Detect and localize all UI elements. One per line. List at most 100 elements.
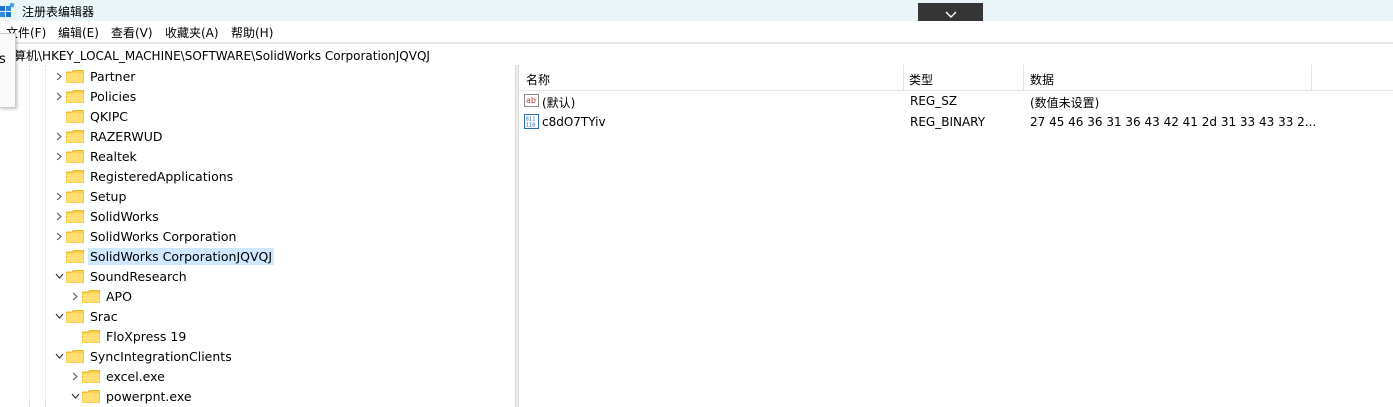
tree-item[interactable]: powerpnt.exe [68, 386, 194, 406]
tree-item-label: APO [106, 288, 132, 304]
tree-item-label: QKIPC [90, 108, 128, 124]
folder-icon [82, 289, 100, 303]
tree-item-label: SyncIntegrationClients [90, 348, 232, 364]
menu-help[interactable]: 帮助(H) [231, 24, 273, 41]
values-list[interactable]: 名称 类型 数据 ab (默认) REG_SZ (数值未设置) 011 110 … [519, 65, 1393, 407]
column-header-name[interactable]: 名称 [526, 71, 550, 88]
folder-icon [66, 309, 84, 323]
column-divider[interactable] [903, 65, 904, 90]
folder-icon [66, 269, 84, 283]
folder-icon [82, 369, 100, 383]
tree-item[interactable]: SolidWorks [52, 206, 161, 226]
folder-icon [66, 69, 84, 83]
folder-icon [66, 129, 84, 143]
binary-value-icon: 011 110 [524, 114, 539, 129]
column-header-data[interactable]: 数据 [1030, 71, 1054, 88]
title-bar: 注册表编辑器 [0, 0, 1393, 27]
chevron-right-icon[interactable] [52, 206, 66, 226]
tree-item[interactable]: SoundResearch [52, 266, 189, 286]
chevron-down-icon[interactable] [52, 266, 66, 286]
value-type: REG_BINARY [910, 115, 986, 129]
tree-item-label: RAZERWUD [90, 128, 163, 144]
folder-icon [66, 349, 84, 363]
registry-editor-icon [0, 3, 15, 17]
folder-icon [82, 389, 100, 403]
tree-item-label: Partner [90, 68, 136, 84]
chevron-down-icon[interactable] [52, 306, 66, 326]
tree-item-label: SolidWorks [90, 208, 159, 224]
folder-icon [66, 169, 84, 183]
tree-item[interactable]: SolidWorks Corporation [52, 226, 238, 246]
tree-item-label: Policies [90, 88, 137, 104]
tree-item[interactable]: Setup [52, 186, 128, 206]
tree-item[interactable]: Srac [52, 306, 120, 326]
chevron-right-icon[interactable] [52, 126, 66, 146]
tree-item-label: Realtek [90, 148, 137, 164]
tree-item[interactable]: APO [68, 286, 134, 306]
address-bar[interactable]: 算机\HKEY_LOCAL_MACHINE\SOFTWARE\SolidWork… [0, 43, 1393, 66]
tree-item[interactable]: RegisteredApplications [52, 166, 235, 186]
chevron-right-icon[interactable] [52, 186, 66, 206]
menu-view[interactable]: 查看(V) [111, 24, 153, 41]
tree-item-label: Setup [90, 188, 127, 204]
chevron-right-icon[interactable] [68, 286, 82, 306]
column-header-type[interactable]: 类型 [909, 71, 933, 88]
tree-item-label: SolidWorks Corporation [90, 228, 237, 244]
tree-item-label: SoundResearch [90, 268, 187, 284]
tree-item[interactable]: Realtek [52, 146, 139, 166]
tree-item[interactable]: excel.exe [68, 366, 167, 386]
folder-icon [66, 189, 84, 203]
popup-text: s [0, 52, 6, 67]
tree-item[interactable]: RAZERWUD [52, 126, 165, 146]
folder-icon [66, 89, 84, 103]
chevron-down-icon[interactable] [52, 346, 66, 366]
svg-text:ab: ab [526, 96, 536, 105]
value-type: REG_SZ [910, 94, 958, 108]
value-row[interactable]: ab (默认) REG_SZ (数值未设置) [519, 91, 1393, 111]
value-name: c8dO7TYiv [542, 115, 606, 129]
tree-item-label: SolidWorks CorporationJQVQJ [88, 247, 275, 265]
tree-item-label: powerpnt.exe [106, 388, 192, 404]
menu-edit[interactable]: 编辑(E) [58, 24, 99, 41]
tree-item-label: Srac [90, 308, 118, 324]
address-path[interactable]: 算机\HKEY_LOCAL_MACHINE\SOFTWARE\SolidWork… [14, 47, 430, 64]
chevron-down-icon [945, 11, 956, 18]
folder-icon [66, 229, 84, 243]
menu-favorites[interactable]: 收藏夹(A) [165, 24, 219, 41]
folder-icon [66, 109, 84, 123]
column-divider[interactable] [1311, 65, 1312, 90]
tree-item[interactable]: QKIPC [52, 106, 130, 126]
popup-menu[interactable]: s [0, 33, 16, 108]
chevron-right-icon[interactable] [68, 366, 82, 386]
folder-icon [82, 329, 100, 343]
tree-guide-line [29, 65, 30, 407]
tree-item[interactable]: Policies [52, 86, 138, 106]
folder-icon [66, 209, 84, 223]
tree-item-label: RegisteredApplications [90, 168, 234, 184]
value-row[interactable]: 011 110 c8dO7TYiv REG_BINARY 27 45 46 36… [519, 112, 1393, 132]
tree-item-label: FloXpress 19 [106, 328, 187, 344]
tree-item[interactable]: FloXpress 19 [68, 326, 188, 346]
chevron-right-icon[interactable] [52, 146, 66, 166]
chevron-right-icon[interactable] [52, 66, 66, 86]
folder-icon [66, 149, 84, 163]
menu-bar: 文件(F) 编辑(E) 查看(V) 收藏夹(A) 帮助(H) [0, 21, 1393, 43]
string-value-icon: ab [524, 94, 539, 107]
list-header: 名称 类型 数据 [519, 65, 1393, 91]
window-title: 注册表编辑器 [22, 5, 95, 19]
value-data: (数值未设置) [1030, 96, 1100, 110]
svg-text:110: 110 [526, 123, 536, 129]
value-data: 27 45 46 36 31 36 43 42 41 2d 31 33 43 3… [1030, 115, 1317, 129]
chevron-right-icon[interactable] [52, 226, 66, 246]
tree-item[interactable]: SyncIntegrationClients [52, 346, 234, 366]
tree-item-label: excel.exe [106, 368, 165, 384]
tree-item[interactable]: SolidWorks CorporationJQVQJ [52, 246, 275, 266]
tree-guide-line [45, 65, 46, 407]
chevron-right-icon[interactable] [52, 86, 66, 106]
key-tree[interactable]: Partner Policies QKIPC RAZERWUD Realtek Regis… [0, 65, 515, 407]
tree-item[interactable]: Partner [52, 66, 137, 86]
chevron-down-icon[interactable] [68, 386, 82, 406]
column-divider[interactable] [1023, 65, 1024, 90]
